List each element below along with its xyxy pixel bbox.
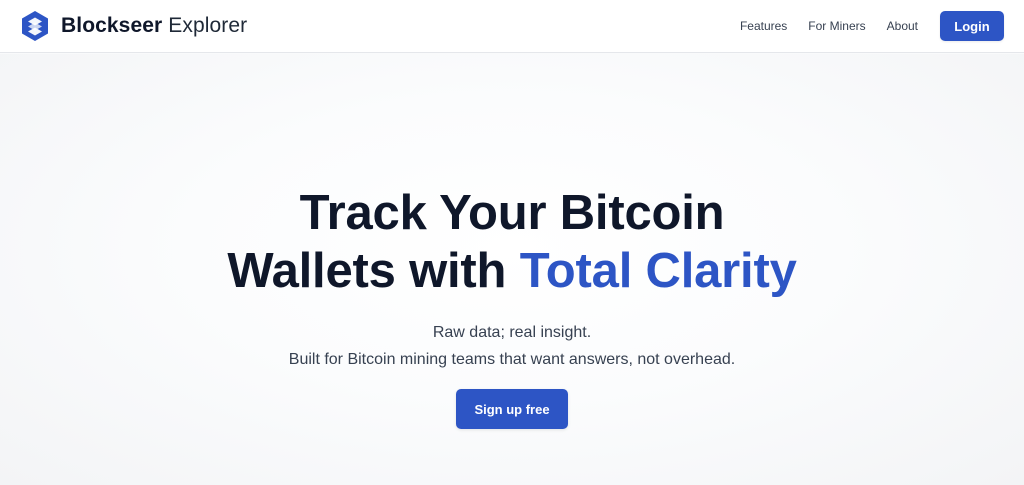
- top-navbar: Blockseer Explorer Features For Miners A…: [0, 0, 1024, 53]
- hero-subtitle: Raw data; real insight. Built for Bitcoi…: [0, 319, 1024, 373]
- signup-button[interactable]: Sign up free: [456, 389, 568, 429]
- brand-name-bold: Blockseer: [61, 14, 163, 37]
- hero-title-line1: Track Your Bitcoin: [299, 186, 725, 240]
- blockseer-logo-icon: [22, 11, 48, 41]
- hero-title: Track Your Bitcoin Wallets with Total Cl…: [0, 184, 1024, 300]
- brand-name-light: Explorer: [168, 14, 248, 37]
- nav-links: Features For Miners About Login: [740, 11, 1004, 41]
- hero-subtitle-line1: Raw data; real insight.: [432, 324, 592, 341]
- hero-subtitle-line2: Built for Bitcoin mining teams that want…: [288, 351, 736, 368]
- hero-section: Track Your Bitcoin Wallets with Total Cl…: [0, 54, 1024, 485]
- brand-home-link[interactable]: Blockseer Explorer: [22, 11, 247, 41]
- brand-name: Blockseer Explorer: [61, 14, 247, 38]
- nav-link-for-miners[interactable]: For Miners: [808, 19, 865, 33]
- hero-title-accent: Total Clarity: [519, 244, 797, 298]
- hero-title-line2-plain: Wallets with: [227, 244, 507, 298]
- nav-link-about[interactable]: About: [887, 19, 918, 33]
- nav-link-features[interactable]: Features: [740, 19, 787, 33]
- login-button[interactable]: Login: [940, 11, 1004, 41]
